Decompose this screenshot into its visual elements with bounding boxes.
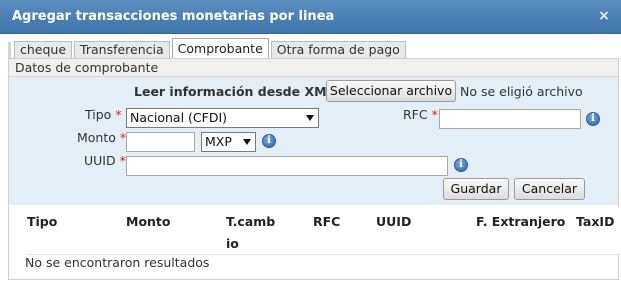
chevron-down-icon: [243, 139, 251, 145]
currency-select-value: MXP: [205, 134, 232, 149]
tab-otra-forma-de-pago[interactable]: Otra forma de pago: [270, 41, 406, 58]
cancel-button[interactable]: Cancelar: [514, 178, 585, 200]
required-mark: *: [431, 107, 438, 122]
rfc-input[interactable]: [439, 109, 581, 129]
tipo-label: Tipo *: [85, 107, 122, 122]
info-icon[interactable]: i: [454, 158, 468, 172]
rfc-label: RFC *: [403, 107, 438, 122]
col-tcambio: T.camb io: [226, 214, 276, 251]
col-uuid: UUID: [376, 214, 412, 229]
tipo-select-value: Nacional (CFDI): [130, 110, 228, 125]
tab-panel: Datos de comprobante Leer información de…: [8, 58, 620, 280]
dialog-body: cheque Transferencia Comprobante Otra fo…: [4, 36, 620, 281]
tab-cheque[interactable]: cheque: [14, 41, 73, 58]
select-file-button[interactable]: Seleccionar archivo: [326, 80, 456, 102]
dialog-titlebar: Agregar transacciones monetarias por lin…: [0, 0, 621, 34]
tab-comprobante[interactable]: Comprobante: [171, 38, 269, 58]
tab-transferencia[interactable]: Transferencia: [74, 41, 170, 58]
tipo-select[interactable]: Nacional (CFDI): [126, 108, 319, 128]
results-table-header: Tipo Monto T.camb io RFC UUID F. Extranje…: [27, 207, 620, 254]
xml-label: Leer información desde XML: [134, 84, 335, 99]
chevron-down-icon: [306, 115, 314, 121]
uuid-label: UUID *: [84, 153, 126, 168]
required-mark: *: [119, 153, 126, 168]
uuid-input[interactable]: [126, 156, 448, 176]
dialog-title: Agregar transacciones monetarias por lin…: [12, 9, 335, 24]
required-mark: *: [115, 107, 122, 122]
col-f-extranjero: F. Extranjero: [476, 214, 566, 229]
monto-input[interactable]: [126, 132, 195, 152]
currency-select[interactable]: MXP: [201, 132, 256, 152]
tab-bar: cheque Transferencia Comprobante Otra fo…: [8, 38, 408, 58]
empty-results-message: No se encontraron resultados: [25, 255, 210, 270]
close-icon[interactable]: ×: [597, 9, 611, 23]
comprobante-form: Leer información desde XML Seleccionar a…: [9, 77, 618, 205]
monto-label: Monto *: [77, 130, 127, 145]
save-button[interactable]: Guardar: [443, 178, 509, 200]
col-tipo: Tipo: [27, 214, 58, 229]
col-monto: Monto: [126, 214, 171, 229]
file-status: No se eligió archivo: [460, 84, 583, 99]
info-icon[interactable]: i: [262, 134, 276, 148]
col-taxid: TaxID: [576, 214, 615, 229]
col-rfc: RFC: [313, 214, 341, 229]
info-icon[interactable]: i: [586, 112, 600, 126]
section-title: Datos de comprobante: [9, 59, 618, 77]
